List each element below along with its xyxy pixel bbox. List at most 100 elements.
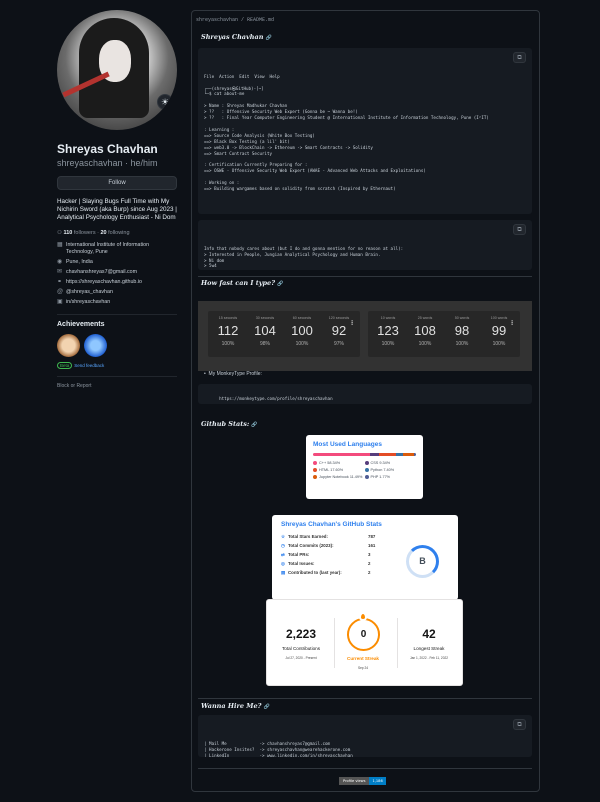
typing-wpm: 98 <box>454 323 470 338</box>
monkeytype-url[interactable]: https://monkeytype.com/profile/shreyasch… <box>219 396 332 401</box>
avatar[interactable]: ☀ <box>57 10 177 130</box>
achievements-list <box>57 333 177 357</box>
anchor-link-icon[interactable]: 🔗 <box>263 704 269 710</box>
typing-acc: 98% <box>259 341 270 347</box>
readme-path[interactable]: shreyaschavhan / README.md <box>196 17 274 23</box>
info-code-block: ⧉ Info that nobody cares about (but I do… <box>198 220 532 270</box>
github-stat-value: 2 <box>368 561 371 566</box>
following-count[interactable]: 20 <box>100 230 106 236</box>
profile-sidebar: ☀ Shreyas Chavhan shreyaschavhan · he/hi… <box>57 10 177 389</box>
typing-acc: 100% <box>492 341 506 347</box>
anchor-link-icon[interactable]: 🔗 <box>277 281 283 287</box>
typing-time-card: 15 seconds 112 100% 30 seconds 104 98% 60 seco… <box>208 311 360 357</box>
language-bar-segment <box>378 453 396 456</box>
typing-wpm: 108 <box>414 323 436 338</box>
languages-title: Most Used Languages <box>313 441 382 448</box>
total-contributions-value: 2,223 <box>285 627 317 641</box>
organization: International Institute of Information T… <box>66 241 150 255</box>
typing-stat: 120 seconds 92 97% <box>325 311 353 347</box>
stat-icon: ◎ <box>281 561 285 566</box>
github-stat-row: ☆ Total Stars Earned: 787 <box>281 534 449 540</box>
longest-streak-value: 42 <box>422 627 436 641</box>
language-bar-segment <box>313 453 370 456</box>
hire-code-block: ⧉ | Mail Me -> chavhanshreyas7@gmail.com… <box>198 715 532 757</box>
linkedin-icon: ▣ <box>57 298 63 305</box>
copy-icon[interactable]: ⧉ <box>513 719 526 730</box>
heading-about: Shreyas Chavhan 🔗 <box>201 33 272 41</box>
languages-legend: C++ 58.34% CSS 9.34% HTML 17.60% Python 7.4… <box>313 461 416 479</box>
block-report-link[interactable]: Block or Report <box>57 383 177 389</box>
languages-card[interactable]: Most Used Languages C++ 58.34% CSS 9.34% H… <box>306 435 423 499</box>
linkedin-link[interactable]: in/shreyaschavhan <box>66 299 110 306</box>
heading-stats-text: Github Stats: <box>201 420 250 428</box>
typing-label: 25 words <box>417 316 433 320</box>
streak-card[interactable]: 2,223 Total Contributions Jul 27, 2020 -… <box>266 599 463 686</box>
language-legend-label: Jupyter Notebook 11.49% <box>319 475 363 479</box>
language-legend-label: HTML 17.60% <box>319 468 344 472</box>
typing-label: 120 seconds <box>328 316 350 320</box>
heading-hire: Wanna Hire Me? 🔗 <box>201 702 270 710</box>
longest-streak-label: Longest Streak <box>413 646 445 651</box>
github-stat-label: Total Stars Earned: <box>288 534 328 539</box>
typing-acc: 100% <box>418 341 432 347</box>
building-icon: ▦ <box>57 241 63 248</box>
typing-stat: 15 seconds 112 100% <box>214 311 242 347</box>
profile-views-count: 1,186 <box>369 777 386 785</box>
github-stat-value: 2 <box>368 570 371 575</box>
github-stats-card[interactable]: Shreyas Chavhan's GitHub Stats ☆ Total St… <box>272 515 458 600</box>
organization-row: ▦ International Institute of Information … <box>57 242 177 256</box>
follow-button[interactable]: Follow <box>57 176 177 190</box>
twitter-row: @ @shreyas_chavhan <box>57 289 177 296</box>
stat-icon: ◷ <box>281 543 285 548</box>
follow-stats: ⚇ 110 followers · 20 following <box>57 229 130 236</box>
language-legend-label: CSS 9.34% <box>370 461 391 465</box>
language-bar-segment <box>369 453 379 456</box>
language-legend-item: Python 7.40% <box>364 468 417 472</box>
typing-words-card: 10 words 123 100% 25 words 108 100% 50 words 98… <box>368 311 520 357</box>
send-feedback-link[interactable]: Send feedback <box>74 363 104 368</box>
about-lines: File Action Edit View Help ┌──(shreyas㉿G… <box>204 74 526 192</box>
location-icon: ◉ <box>57 258 63 265</box>
typing-label: 30 seconds <box>255 316 275 320</box>
website-link[interactable]: https://shreyaschavhan.github.io <box>66 279 142 286</box>
following-label[interactable]: following <box>108 230 129 236</box>
mail-icon: ✉ <box>57 268 63 275</box>
github-stat-label: Total Issues: <box>288 561 315 566</box>
achievements-title[interactable]: Achievements <box>57 321 177 328</box>
code-line: | LinkedIn -> www.linkedin.com/in/shreya… <box>204 752 353 757</box>
profile-handle: shreyaschavhan · he/him <box>57 158 158 168</box>
copy-icon[interactable]: ⧉ <box>513 224 526 235</box>
language-legend-item: CSS 9.34% <box>364 461 417 465</box>
achievement-badge[interactable] <box>84 333 107 357</box>
anchor-link-icon[interactable]: 🔗 <box>265 35 271 41</box>
status-emoji-icon[interactable]: ☀ <box>157 94 173 110</box>
language-bar-segment <box>403 453 415 456</box>
achievement-badge[interactable] <box>57 333 80 357</box>
typing-label: 15 seconds <box>218 316 238 320</box>
language-legend-label: Python 7.40% <box>370 468 395 472</box>
email-link[interactable]: chavhanshreyas7@gmail.com <box>66 269 137 276</box>
followers-count[interactable]: 110 <box>63 230 72 236</box>
copy-icon[interactable]: ⧉ <box>513 52 526 63</box>
section-divider <box>198 698 532 699</box>
language-legend-label: PHP 1.77% <box>370 475 391 479</box>
language-bar-segment <box>395 453 404 456</box>
code-line: > ?? : Final Year Computer Engineering S… <box>204 115 489 121</box>
typing-stat: 10 words 123 100% <box>374 311 402 347</box>
stat-icon: ☆ <box>281 534 285 539</box>
heading-typing-text: How fast can I type? <box>201 279 275 287</box>
typing-stats-card[interactable]: 15 seconds 112 100% 30 seconds 104 98% 60 seco… <box>198 301 532 371</box>
heading-about-text: Shreyas Chavhan <box>201 33 264 41</box>
language-color-dot <box>364 461 369 465</box>
anchor-link-icon[interactable]: 🔗 <box>251 422 257 428</box>
twitter-link[interactable]: @shreyas_chavhan <box>66 289 113 296</box>
divider <box>57 313 177 315</box>
typing-acc: 100% <box>455 341 469 347</box>
typing-label: 10 words <box>380 316 396 320</box>
typing-wpm: 104 <box>254 323 276 338</box>
followers-label[interactable]: followers <box>74 230 96 236</box>
readme-panel: shreyaschavhan / README.md Shreyas Chavh… <box>191 10 540 792</box>
github-stats-title: Shreyas Chavhan's GitHub Stats <box>281 521 382 528</box>
typing-wpm: 92 <box>331 323 347 338</box>
language-color-dot <box>364 468 369 472</box>
